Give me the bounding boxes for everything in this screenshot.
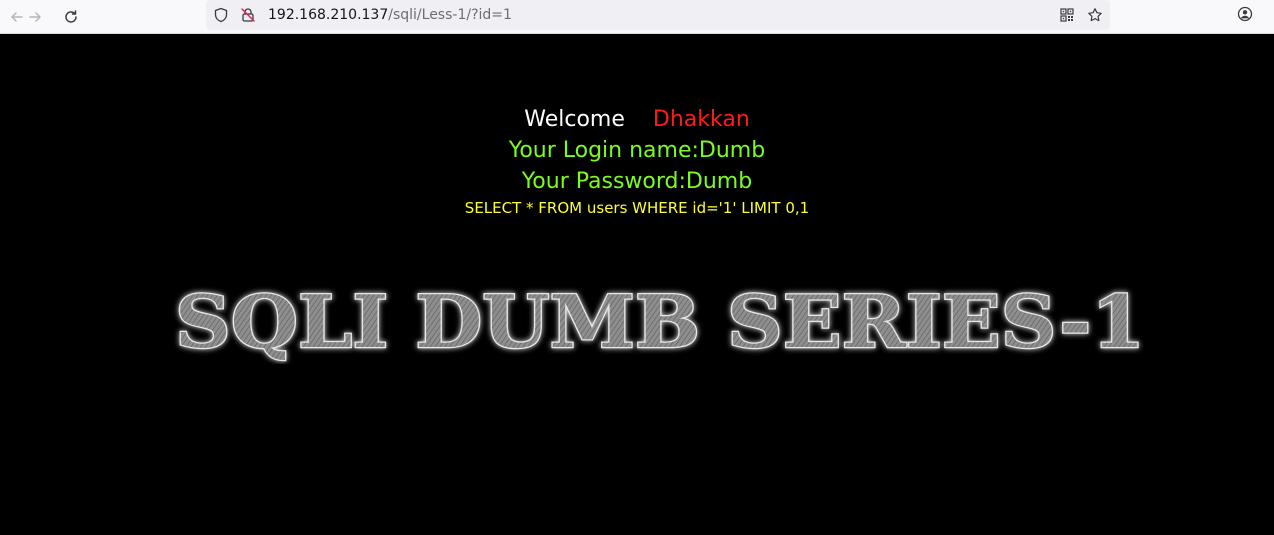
reload-button[interactable] [57,3,85,31]
account-button[interactable] [1234,5,1256,27]
account-icon [1237,6,1253,26]
address-bar[interactable]: 192.168.210.137/sqli/Less-1/?id=1 [206,0,1110,30]
login-name-text: Your Login name:Dumb [508,138,766,163]
star-icon[interactable] [1086,6,1104,24]
logo-text: SQLI DUMB SERIES-1 [175,279,1145,364]
shield-icon[interactable] [212,6,230,24]
url-path: /sqli/Less-1/?id=1 [388,7,512,23]
url-text[interactable]: 192.168.210.137/sqli/Less-1/?id=1 [268,6,512,24]
sqli-dumb-series-logo: SQLI DUMB SERIES-1 [174,279,1147,364]
page-content: Welcome Dhakkan Your Login name:Dumb Your… [0,34,1274,535]
password-text: Your Password:Dumb [521,169,753,194]
welcome-word: Welcome [524,107,625,132]
sql-query-text: SELECT * FROM users WHERE id='1' LIMIT 0… [464,199,810,217]
welcome-name: Dhakkan [652,107,750,132]
forward-button[interactable] [21,3,49,31]
browser-toolbar: 192.168.210.137/sqli/Less-1/?id=1 [0,0,1274,34]
welcome-line: Welcome Dhakkan [0,106,1274,134]
insecure-lock-icon[interactable] [239,6,257,24]
url-host: 192.168.210.137 [268,7,389,23]
forward-arrow-icon [27,9,43,25]
reload-icon [63,9,79,25]
qr-code-icon[interactable] [1058,6,1076,24]
